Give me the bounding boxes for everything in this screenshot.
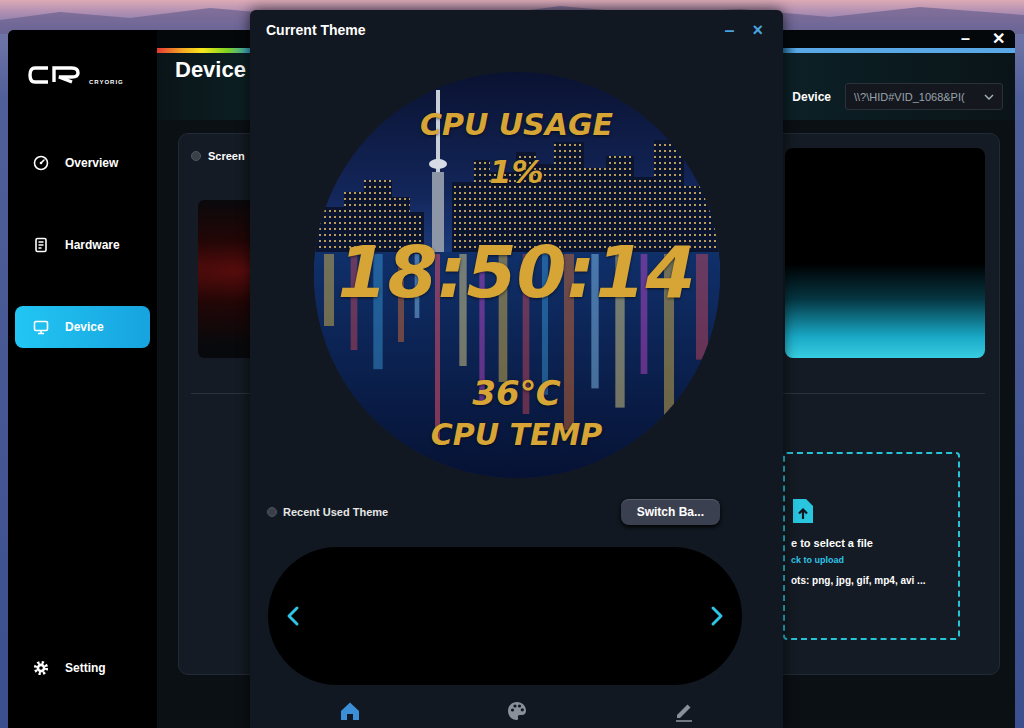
cryorig-logo-icon (28, 65, 86, 85)
recent-toggle[interactable]: Recent Used Theme (267, 506, 388, 518)
sidebar-item[interactable]: Hardware (15, 224, 150, 266)
sidebar-label: Overview (65, 156, 118, 170)
current-theme-dialog: Current Theme–×CPU USAGE1%18:50:1436℃CPU… (250, 10, 783, 728)
theme-preview: CPU USAGE 1% 18:50:14 36℃ CPU TEMP (314, 72, 720, 478)
logo-text: CRYORIG (89, 79, 124, 85)
nav-button[interactable] (600, 699, 767, 723)
edit-icon (673, 700, 695, 722)
upload-file-icon (791, 497, 815, 525)
clock-time: 18:50:14 (337, 236, 695, 308)
palette-icon (506, 700, 528, 722)
sidebar-item[interactable]: Overview (15, 142, 150, 184)
sidebar-item[interactable]: Device (15, 306, 150, 348)
device-select[interactable]: \\?\HID#VID_1068&PI( (845, 83, 1003, 110)
board-icon (33, 237, 49, 253)
nav-button[interactable] (266, 699, 433, 723)
logo: CRYORIG (15, 63, 150, 85)
minimize-button[interactable]: – (724, 20, 734, 40)
screen-label: Screen (208, 150, 245, 162)
cpu-temp-value: 36℃ (472, 376, 561, 410)
cpu-temp-label: CPU TEMP (431, 420, 603, 450)
sidebar-label: Device (65, 320, 104, 334)
device-picker: Device \\?\HID#VID_1068&PI( (792, 83, 1003, 110)
recent-row: Recent Used Theme Switch Ba... (250, 497, 783, 527)
device-label: Device (792, 90, 831, 104)
upload-box[interactable]: e to select a file ck to upload ots: png, … (783, 452, 960, 640)
cpu-usage-value: 1% (489, 156, 543, 188)
monitor-icon (33, 319, 49, 335)
chevron-right-icon[interactable] (709, 605, 725, 627)
gear-icon (33, 660, 49, 676)
upload-formats: ots: png, jpg, gif, mp4, avi ... (791, 575, 952, 586)
chevron-left-icon[interactable] (285, 605, 301, 627)
page-title: Device (175, 57, 246, 83)
sidebar: CRYORIG Overview Hardware Device Setting (8, 30, 157, 728)
chevron-down-icon (984, 94, 994, 100)
sidebar-label: Hardware (65, 238, 120, 252)
cpu-usage-label: CPU USAGE (420, 110, 613, 140)
dialog-controls: –× (724, 20, 763, 40)
gauge-icon (33, 155, 49, 171)
sidebar-label: Setting (65, 661, 106, 675)
theme-overlay: CPU USAGE 1% 18:50:14 36℃ CPU TEMP (314, 72, 720, 450)
sidebar-item[interactable]: Setting (15, 647, 150, 689)
bottom-nav (250, 699, 783, 723)
recent-label: Recent Used Theme (283, 506, 388, 518)
nav-button[interactable] (433, 699, 600, 723)
minimize-button[interactable]: – (961, 30, 970, 48)
switch-button[interactable]: Switch Ba... (621, 499, 720, 525)
home-icon (339, 700, 361, 722)
screen-radio[interactable] (191, 151, 201, 161)
sidebar-bottom: Setting (15, 647, 150, 689)
upload-hint: e to select a file (791, 537, 952, 549)
dialog-title: Current Theme (266, 22, 366, 38)
close-button[interactable]: × (752, 20, 763, 40)
recent-radio[interactable] (267, 507, 277, 517)
screen-preview (785, 148, 985, 358)
close-button[interactable]: ✕ (992, 30, 1005, 48)
upload-link[interactable]: ck to upload (791, 555, 952, 565)
sidebar-list: Overview Hardware Device (15, 142, 150, 348)
device-select-value: \\?\HID#VID_1068&PI( (854, 91, 965, 103)
dialog-title-bar: Current Theme –× (250, 10, 783, 50)
theme-carousel (268, 547, 742, 685)
